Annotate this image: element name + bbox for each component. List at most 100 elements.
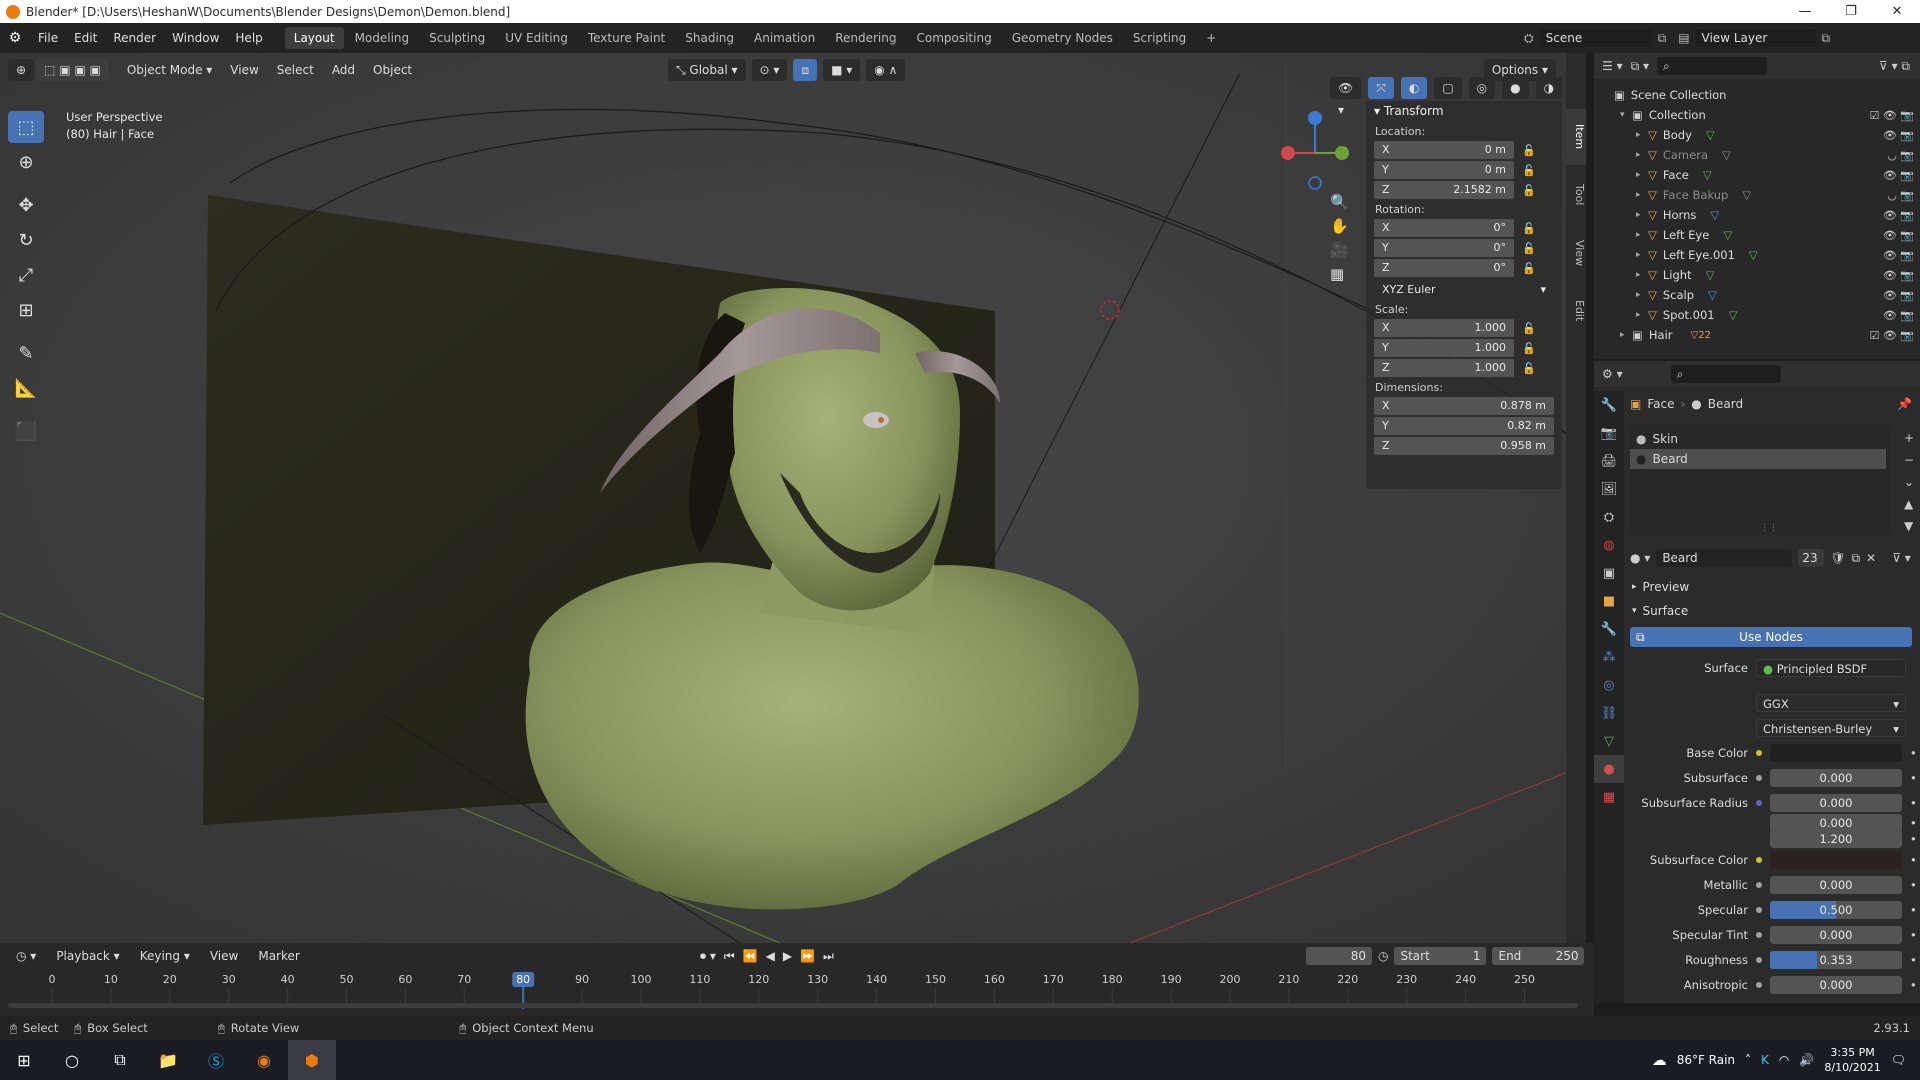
use-nodes-button[interactable]: ⧉ Use Nodes	[1630, 627, 1912, 647]
dimensions-z-field[interactable]: Z 0.958 m	[1374, 437, 1554, 455]
snap-icon[interactable]: ⧈	[793, 59, 818, 81]
tab-view[interactable]: View	[1566, 225, 1586, 281]
clock-icon[interactable]: ◷	[1378, 949, 1388, 963]
task-view-icon[interactable]: ⧉	[96, 1040, 144, 1080]
scale-x-field[interactable]: X 1.000 🔓	[1374, 319, 1536, 337]
preview-panel-header[interactable]: ▸ Preview	[1626, 575, 1920, 599]
keyframe-dot-icon[interactable]: •	[1910, 771, 1917, 785]
weather-text[interactable]: 86°F Rain	[1677, 1053, 1735, 1067]
current-frame-field[interactable]: 80	[1306, 947, 1372, 965]
dimensions-x-field[interactable]: X 0.878 m	[1374, 397, 1554, 415]
scale-y-field[interactable]: Y 1.000 🔓	[1374, 339, 1536, 357]
material-name-field[interactable]: Beard	[1656, 549, 1793, 567]
transform-panel-header[interactable]: ▾ Transform	[1366, 101, 1562, 121]
blender-menu-icon[interactable]: ⚙	[0, 30, 30, 46]
viewport-menu-add[interactable]: Add	[324, 59, 363, 81]
tray-app-icon[interactable]: K	[1761, 1053, 1769, 1067]
modifier-tab-icon[interactable]: 🔧	[1594, 615, 1624, 643]
menu-file[interactable]: File	[30, 23, 66, 53]
viewport-menu-select[interactable]: Select	[269, 59, 322, 81]
bsdf-input-value[interactable]: 0.353	[1770, 950, 1902, 969]
shading-wireframe-icon[interactable]: ◎	[1468, 77, 1496, 99]
scene-collection-row[interactable]: ▣ Scene Collection	[1594, 85, 1920, 105]
scene-tab-icon[interactable]: ⛭	[1594, 503, 1624, 531]
tab-sculpting[interactable]: Sculpting	[420, 27, 494, 49]
menu-edit[interactable]: Edit	[66, 23, 105, 53]
blender-taskbar-icon[interactable]: ◉	[240, 1040, 288, 1080]
tab-scripting[interactable]: Scripting	[1124, 27, 1195, 49]
location-x-field[interactable]: X0 m 🔓	[1374, 141, 1536, 159]
transform-tool-icon[interactable]: ⊞	[8, 294, 44, 326]
tab-shading[interactable]: Shading	[676, 27, 743, 49]
material-users-count[interactable]: 23	[1798, 549, 1825, 567]
notifications-icon[interactable]: 🗨	[1891, 1053, 1906, 1067]
bsdf-input-value[interactable]	[1770, 850, 1902, 869]
rotate-tool-icon[interactable]: ↻	[8, 224, 44, 256]
visibility-icons[interactable]: ◡ 📷	[1887, 149, 1914, 162]
minimize-icon[interactable]: —	[1782, 0, 1828, 23]
tab-modeling[interactable]: Modeling	[346, 27, 419, 49]
prev-key-icon[interactable]: ⏪	[743, 949, 758, 963]
volume-icon[interactable]: 🔊	[1799, 1053, 1814, 1067]
menu-window[interactable]: Window	[164, 23, 227, 53]
add-cube-tool-icon[interactable]: ⬛	[8, 415, 44, 447]
material-browse-icon[interactable]: ● ▾	[1630, 551, 1650, 565]
visibility-icons[interactable]: ◡ 📷	[1887, 189, 1914, 202]
tab-geometry-nodes[interactable]: Geometry Nodes	[1003, 27, 1122, 49]
visibility-icons[interactable]: 👁 📷	[1883, 249, 1914, 262]
tab-item[interactable]: Item	[1566, 109, 1586, 165]
material-slot-item[interactable]: ● Skin	[1630, 429, 1890, 449]
outliner-item[interactable]: ▸ ▽ Body ▽ 👁 📷	[1594, 125, 1920, 145]
filter-icon[interactable]: ⊽ ▾ ⧉	[1879, 59, 1910, 74]
distribution-dropdown[interactable]: GGX ▾	[1756, 693, 1906, 712]
3d-viewport[interactable]: ⊕ ⬚ ▣ ▣ ▣ Object Mode ▾ View Select Add …	[0, 53, 1566, 943]
menu-render[interactable]: Render	[105, 23, 164, 53]
socket-icon[interactable]	[1756, 749, 1762, 756]
keyframe-dot-icon[interactable]: •	[1910, 928, 1917, 942]
play-reverse-icon[interactable]: ◀	[766, 949, 775, 963]
bsdf-input-value[interactable]: 0.000	[1770, 975, 1902, 994]
pin-icon[interactable]: 📌	[1897, 397, 1912, 411]
file-explorer-icon[interactable]: 📁	[144, 1040, 192, 1080]
start-frame-field[interactable]: Start 1	[1394, 947, 1487, 965]
gizmo-icon[interactable]: ⤧	[1368, 77, 1394, 99]
keyframe-dot-icon[interactable]: •	[1910, 853, 1917, 867]
view-layer-field[interactable]: View Layer	[1695, 29, 1816, 47]
outliner-item[interactable]: ▸ ▽ Spot.001 ▽ 👁 📷	[1594, 305, 1920, 325]
timeline-scrollbar[interactable]	[8, 1003, 1578, 1008]
next-key-icon[interactable]: ⏩	[800, 949, 815, 963]
select-box-tool-icon[interactable]: ⬚	[8, 111, 44, 143]
bsdf-input-value[interactable]: 0.000	[1770, 875, 1902, 894]
keyframe-dot-icon[interactable]: •	[1910, 832, 1917, 846]
socket-icon[interactable]	[1756, 931, 1762, 938]
scene-field[interactable]: Scene	[1539, 29, 1652, 47]
keyframe-dot-icon[interactable]: •	[1910, 903, 1917, 917]
close-icon[interactable]: ✕	[1874, 0, 1920, 23]
bsdf-input-value[interactable]: 0.500	[1770, 900, 1902, 919]
outliner-item[interactable]: ▸ ▽ Face Bakup ▽ ◡ 📷	[1594, 185, 1920, 205]
socket-icon[interactable]	[1756, 799, 1762, 806]
rotation-x-field[interactable]: X 0° 🔓	[1374, 219, 1536, 237]
viewport-menu-object[interactable]: Object	[365, 59, 420, 81]
outliner-item[interactable]: ▸ ▽ Face ▽ 👁 📷	[1594, 165, 1920, 185]
keyframe-dot-icon[interactable]: •	[1910, 796, 1917, 810]
remove-slot-button[interactable]: −	[1904, 453, 1914, 467]
surface-shader-dropdown[interactable]: ● Principled BSDF	[1756, 658, 1906, 677]
new-scene-icon[interactable]: ⧉	[1658, 31, 1667, 46]
rotation-mode-dropdown[interactable]: XYZ Euler ▾	[1374, 281, 1554, 299]
keyframe-dot-icon[interactable]: •	[1910, 816, 1917, 830]
overlay-icon[interactable]: ◐	[1400, 77, 1428, 99]
rotation-y-field[interactable]: Y 0° 🔓	[1374, 239, 1536, 257]
object-tab-icon[interactable]: ■	[1594, 587, 1624, 615]
play-icon[interactable]: ▶	[783, 949, 792, 963]
socket-icon[interactable]	[1756, 836, 1762, 842]
outliner-item[interactable]: ▸ ▽ Left Eye ▽ 👁 📷	[1594, 225, 1920, 245]
measure-tool-icon[interactable]: 📐	[8, 372, 44, 404]
expand-icon[interactable]: ▸	[1636, 210, 1648, 220]
socket-icon[interactable]	[1756, 881, 1762, 888]
shading-material-icon[interactable]: ◑	[1535, 77, 1563, 99]
add-workspace-icon[interactable]: +	[1197, 27, 1225, 49]
visibility-icons[interactable]: 👁 📷	[1883, 129, 1914, 142]
data-tab-icon[interactable]: ▽	[1594, 727, 1624, 755]
expand-icon[interactable]: ▸	[1636, 290, 1648, 300]
